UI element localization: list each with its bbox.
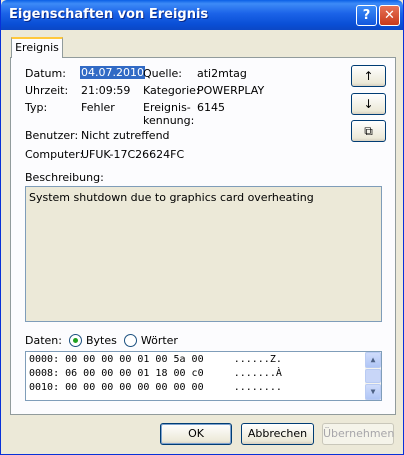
description-text: System shutdown due to graphics card ove…	[29, 191, 314, 204]
apply-button[interactable]: Übernehmen	[322, 423, 394, 445]
next-event-button[interactable]: ↓	[351, 93, 386, 115]
benutzer-value: Nicht zutreffend	[81, 129, 170, 142]
quelle-value: ati2mtag	[197, 67, 247, 80]
arrow-up-icon: ↑	[363, 69, 374, 83]
typ-value: Fehler	[81, 101, 115, 114]
description-textbox[interactable]: System shutdown due to graphics card ove…	[25, 186, 382, 322]
woerter-radio[interactable]	[124, 334, 138, 347]
data-label: Daten:	[25, 334, 62, 347]
kategorie-value: POWERPLAY	[197, 84, 265, 97]
kennung-label-line1: Ereignis-	[143, 101, 191, 114]
ok-button[interactable]: OK	[160, 423, 232, 445]
title-bar[interactable]: Eigenschaften von Ereignis ? ✕	[1, 0, 403, 30]
bytes-radio[interactable]	[69, 334, 83, 347]
quelle-label: Quelle:	[143, 67, 182, 80]
benutzer-label: Benutzer:	[25, 129, 79, 142]
computer-value: UFUK-17C26624FC	[81, 148, 185, 161]
copy-button[interactable]: ⧉	[351, 120, 386, 142]
event-properties-dialog: Eigenschaften von Ereignis ? ✕ Ereignis …	[0, 0, 404, 455]
arrow-down-icon: ↓	[363, 97, 374, 111]
hex-line: 0010: 00 00 00 00 00 00 00 00 ........	[29, 382, 282, 393]
window-title: Eigenschaften von Ereignis	[9, 7, 209, 22]
uhrzeit-label: Uhrzeit:	[25, 84, 69, 97]
help-button[interactable]: ?	[356, 5, 377, 26]
kategorie-label: Kategorie:	[143, 84, 200, 97]
hex-line: 0008: 06 00 00 00 01 18 00 c0 .......À	[29, 368, 282, 379]
datum-value: 04.07.2010	[80, 66, 145, 79]
scroll-thumb[interactable]	[365, 369, 381, 383]
copy-icon: ⧉	[364, 124, 373, 138]
data-hex-view[interactable]: 0000: 00 00 00 00 01 00 5a 00 ......Z. 0…	[25, 351, 382, 401]
woerter-radio-label[interactable]: Wörter	[141, 334, 178, 347]
uhrzeit-value: 21:09:59	[81, 84, 131, 97]
kennung-label-line2: kennung:	[143, 114, 195, 127]
description-label: Beschreibung:	[25, 171, 104, 184]
close-button[interactable]: ✕	[379, 5, 400, 26]
datum-label: Datum:	[25, 67, 66, 80]
typ-label: Typ:	[25, 101, 48, 114]
bytes-radio-label[interactable]: Bytes	[86, 334, 117, 347]
previous-event-button[interactable]: ↑	[351, 65, 386, 87]
tab-panel: Datum: 04.07.2010 Quelle: ati2mtag Uhrze…	[10, 57, 396, 415]
data-format-row: Daten: Bytes Wörter	[25, 334, 178, 347]
hex-line: 0000: 00 00 00 00 01 00 5a 00 ......Z.	[29, 354, 282, 365]
cancel-button[interactable]: Abbrechen	[241, 423, 314, 445]
tab-ereignis[interactable]: Ereignis	[11, 37, 63, 58]
hex-scrollbar[interactable]: ▲ ▼	[365, 352, 381, 400]
scroll-down-icon[interactable]: ▼	[365, 384, 381, 400]
scroll-up-icon[interactable]: ▲	[365, 352, 381, 368]
computer-label: Computer:	[25, 148, 84, 161]
kennung-value: 6145	[197, 101, 225, 114]
